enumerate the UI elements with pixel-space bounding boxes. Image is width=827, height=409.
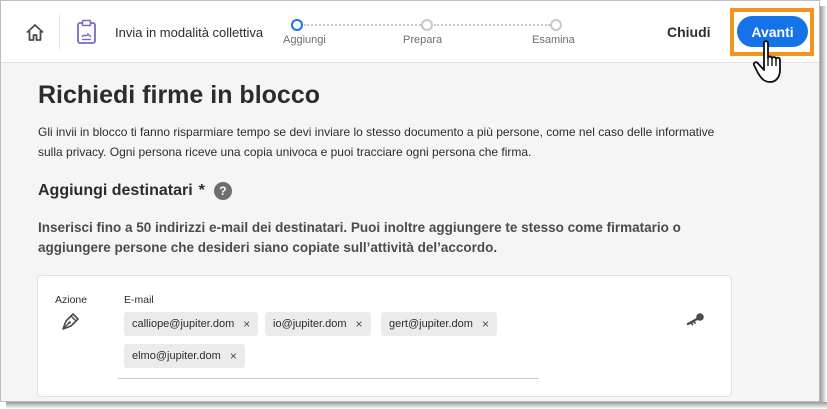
window-shadow-bottom <box>6 402 827 409</box>
action-label: Azione <box>55 294 88 306</box>
hand-cursor-icon <box>751 39 791 87</box>
required-mark: * <box>198 182 205 199</box>
email-chip: gert@jupiter.dom × <box>381 312 497 336</box>
remove-email-icon[interactable]: × <box>482 317 489 331</box>
mode-title: Invia in modalità collettiva <box>115 25 264 40</box>
step-review-dot <box>550 19 562 31</box>
window-shadow-right <box>820 6 827 409</box>
recipient-card: Azione E-mail calliope@jupiter.dom × io@… <box>37 275 732 397</box>
clipboard-icon <box>76 19 98 45</box>
pen-icon[interactable] <box>60 310 82 332</box>
remove-email-icon[interactable]: × <box>356 317 363 331</box>
step-connector <box>304 24 421 26</box>
help-icon[interactable]: ? <box>213 182 232 200</box>
remove-email-icon[interactable]: × <box>243 317 250 331</box>
key-icon[interactable] <box>686 312 706 326</box>
intro-text: Gli invii in blocco ti fanno risparmiare… <box>38 125 715 159</box>
recipients-title: Aggiungi destinatari <box>38 182 193 199</box>
email-input-underline[interactable] <box>118 378 539 379</box>
email-chip-text: calliope@jupiter.dom <box>132 318 235 330</box>
email-chip: io@jupiter.dom × <box>265 312 371 336</box>
close-button[interactable]: Chiudi <box>667 24 711 40</box>
email-chip: elmo@jupiter.dom × <box>124 344 245 368</box>
email-chip-text: elmo@jupiter.dom <box>132 350 221 362</box>
step-add-label: Aggiungi <box>283 34 326 46</box>
recipients-heading: Aggiungi destinatari * ? <box>38 182 232 200</box>
divider <box>59 15 60 49</box>
email-chip: calliope@jupiter.dom × <box>124 312 259 336</box>
recipients-hint: Inserisci fino a 50 indirizzi e-mail dei… <box>38 220 681 255</box>
step-connector <box>434 24 550 26</box>
top-bar: Invia in modalità collettiva Aggiungi Pr… <box>1 1 819 83</box>
email-chip-text: io@jupiter.dom <box>273 318 347 330</box>
home-icon[interactable] <box>23 21 47 43</box>
step-prepare-label: Prepara <box>403 34 443 46</box>
step-prepare-dot <box>421 19 433 31</box>
step-review-label: Esamina <box>532 34 575 46</box>
email-chip-text: gert@jupiter.dom <box>389 318 473 330</box>
app-window: Invia in modalità collettiva Aggiungi Pr… <box>0 0 820 402</box>
step-add-dot <box>291 19 303 31</box>
remove-email-icon[interactable]: × <box>230 349 237 363</box>
email-label: E-mail <box>124 294 154 306</box>
page-title: Richiedi firme in blocco <box>38 81 320 109</box>
